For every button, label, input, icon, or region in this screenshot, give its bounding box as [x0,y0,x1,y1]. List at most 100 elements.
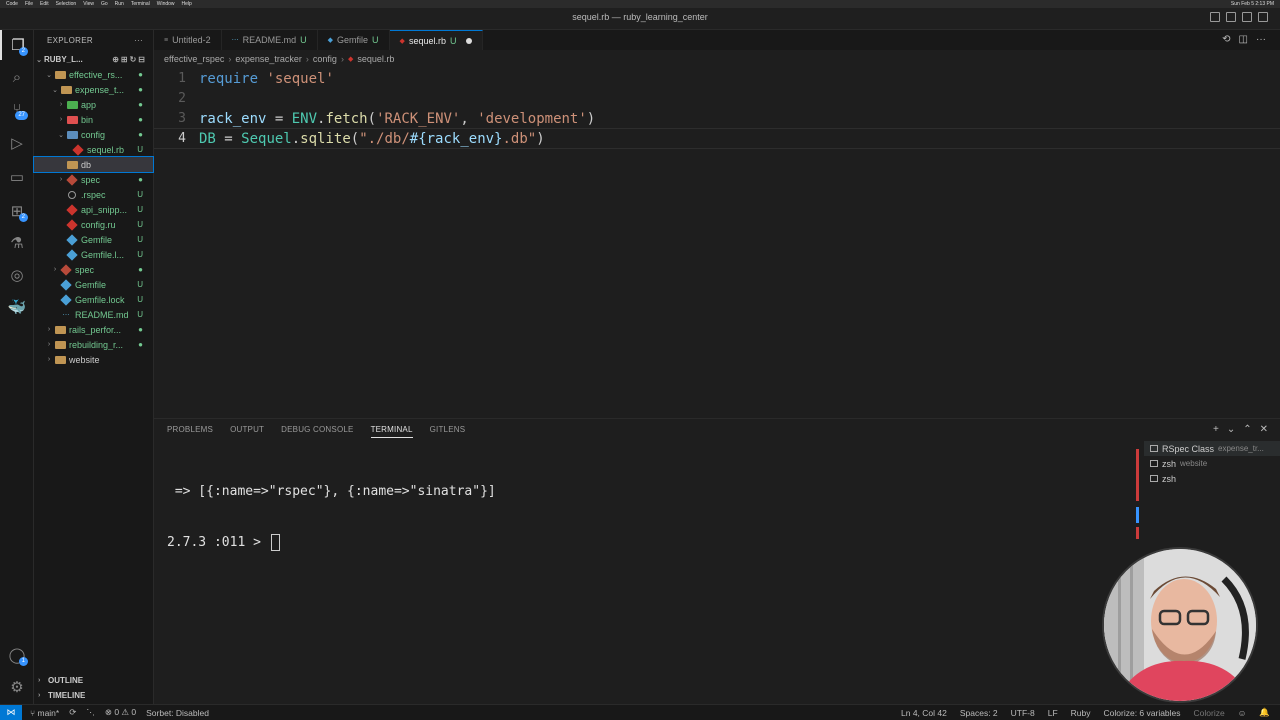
more-actions-icon[interactable]: ··· [1256,34,1266,45]
unsaved-dot-icon[interactable] [466,37,473,44]
tree-folder-app[interactable]: › app ● [34,97,153,112]
tree-folder-spec-root[interactable]: › spec ● [34,262,153,277]
chevron-down-icon[interactable]: ⌄ [1227,424,1235,435]
close-panel-icon[interactable]: ✕ [1260,424,1268,435]
tree-folder-config[interactable]: ⌄ config ● [34,127,153,142]
tree-folder-rebuilding[interactable]: › rebuilding_r... ● [34,337,153,352]
menu-file[interactable]: File [25,1,33,7]
explorer-icon[interactable]: ❐ 2 [0,30,34,60]
chevron-down-icon: ⌄ [52,86,58,94]
tab-readme[interactable]: ⋯ README.md U [222,30,318,50]
breadcrumb-item[interactable]: config [313,54,337,64]
notifications-bell-icon[interactable]: 🔔 [1259,707,1270,718]
encoding[interactable]: UTF-8 [1011,708,1035,718]
tree-folder-spec[interactable]: › spec ● [34,172,153,187]
panel-tab-problems[interactable]: PROBLEMS [167,425,213,438]
workspace-root[interactable]: ⌄ RUBY_L... ⊕⊞↻⊟ [34,52,153,67]
tree-folder-bin[interactable]: › bin ● [34,112,153,127]
terminal-item-zsh-website[interactable]: zsh website [1144,456,1280,471]
folder-icon [54,355,66,364]
menu-edit[interactable]: Edit [40,1,49,7]
testing-icon[interactable]: ⚗ [0,228,34,258]
code-editor[interactable]: 1 require 'sequel' 2 3 rack_env = ENV.fe… [154,68,1280,418]
panel-tab-output[interactable]: OUTPUT [230,425,264,438]
toggle-panel-icon[interactable] [1226,12,1236,22]
code-line[interactable]: 3 rack_env = ENV.fetch('RACK_ENV', 'deve… [154,108,1280,129]
split-editor-icon[interactable]: ◫ [1239,34,1248,45]
docker-icon[interactable]: 🐳 [0,292,34,322]
problems-count[interactable]: ⊗ 0 ⚠ 0 [105,707,136,718]
code-token: "./db/ [359,130,410,147]
tree-folder-website[interactable]: › website [34,352,153,367]
git-branch[interactable]: ⑂ main* [30,708,59,718]
panel-tab-debug-console[interactable]: DEBUG CONSOLE [281,425,353,438]
breadcrumb-item[interactable]: expense_tracker [235,54,302,64]
explorer-toolbar-icons[interactable]: ⊕⊞↻⊟ [112,55,147,64]
end-of-line[interactable]: LF [1048,708,1058,718]
tree-folder-rails-performance[interactable]: › rails_perfor... ● [34,322,153,337]
manage-gear-icon[interactable]: ⚙ [0,672,34,702]
menu-window[interactable]: Window [157,1,175,7]
remote-explorer-icon[interactable]: ▭ [0,162,34,192]
panel-tab-terminal[interactable]: TERMINAL [370,425,413,438]
tree-file-sequel-rb[interactable]: sequel.rb U [34,142,153,157]
breadcrumb-item[interactable]: effective_rspec [164,54,224,64]
panel-tab-gitlens[interactable]: GITLENS [430,425,466,438]
run-debug-icon[interactable]: ▷ [0,128,34,158]
cursor-position[interactable]: Ln 4, Col 42 [901,708,947,718]
customize-layout-icon[interactable] [1258,12,1268,22]
tree-file-readme[interactable]: ⋯ README.md U [34,307,153,322]
tab-gemfile[interactable]: ◆ Gemfile U [318,30,390,50]
menu-run[interactable]: Run [115,1,124,7]
gitlens-icon[interactable]: ⋱ [86,707,95,718]
tree-file-api-snippets[interactable]: api_snipp... U [34,202,153,217]
source-control-icon[interactable]: ⑂ 27 [0,94,34,124]
tree-folder-db[interactable]: db [33,156,154,173]
search-icon[interactable]: ⌕ [0,62,34,92]
menu-view[interactable]: View [83,1,94,7]
remote-indicator-icon[interactable]: ⋈ [0,704,22,720]
tree-folder-expense-tracker[interactable]: ⌄ expense_t... ● [34,82,153,97]
more-actions-icon[interactable]: ··· [134,36,143,45]
accounts-icon[interactable]: ◯ 1 [0,640,34,670]
colorize-status[interactable]: Colorize: 6 variables [1104,708,1181,718]
colorize-button[interactable]: Colorize [1194,708,1225,718]
tree-file-gemfile[interactable]: Gemfile U [34,232,153,247]
terminal-output[interactable]: => [{:name=>"rspec"}, {:name=>"sinatra"}… [167,451,496,583]
tab-sequel-rb[interactable]: ◆ sequel.rb U [389,30,484,50]
terminal-item-zsh[interactable]: zsh [1144,471,1280,486]
tree-file-gemfile-lock[interactable]: Gemfile.l... U [34,247,153,262]
feedback-icon[interactable]: ☺ [1238,708,1247,718]
timeline-section[interactable]: › TIMELINE [34,688,154,703]
breadcrumb-item[interactable]: sequel.rb [357,54,394,64]
terminal-item-rspec-class[interactable]: RSpec Class expense_tr... [1144,441,1280,456]
tree-file-gemfile-lock-root[interactable]: Gemfile.lock U [34,292,153,307]
new-terminal-icon[interactable]: + [1213,424,1219,435]
menu-help[interactable]: Help [182,1,192,7]
chevron-right-icon: › [47,341,51,348]
open-changes-icon[interactable]: ⟲ [1222,34,1230,45]
code-line-current[interactable]: 4 DB = Sequel.sqlite("./db/#{rack_env}.d… [154,128,1280,149]
menu-selection[interactable]: Selection [56,1,77,7]
outline-section[interactable]: › OUTLINE [34,673,154,688]
menu-terminal[interactable]: Terminal [131,1,150,7]
tree-file-rspec[interactable]: .rspec U [34,187,153,202]
code-line[interactable]: 1 require 'sequel' [154,68,1280,89]
sorbet-status[interactable]: Sorbet: Disabled [146,708,209,718]
gitlens-icon[interactable]: ◎ [0,260,34,290]
maximize-panel-icon[interactable]: ⌃ [1243,424,1251,435]
menu-go[interactable]: Go [101,1,108,7]
extensions-icon[interactable]: ⊞ 2 [0,196,34,226]
sync-icon[interactable]: ⟳ [69,707,76,718]
toggle-secondary-sidebar-icon[interactable] [1242,12,1252,22]
tree-file-gemfile-root[interactable]: Gemfile U [34,277,153,292]
tree-file-config-ru[interactable]: config.ru U [34,217,153,232]
menu-code[interactable]: Code [6,1,18,7]
tab-untitled-2[interactable]: ≡ Untitled-2 [154,30,222,50]
indentation[interactable]: Spaces: 2 [960,708,998,718]
language-mode[interactable]: Ruby [1071,708,1091,718]
tree-folder-effective-rspec[interactable]: ⌄ effective_rs... ● [34,67,153,82]
toggle-sidebar-icon[interactable] [1210,12,1220,22]
window-titlebar: sequel.rb — ruby_learning_center [0,8,1280,30]
code-line[interactable]: 2 [154,88,1280,109]
